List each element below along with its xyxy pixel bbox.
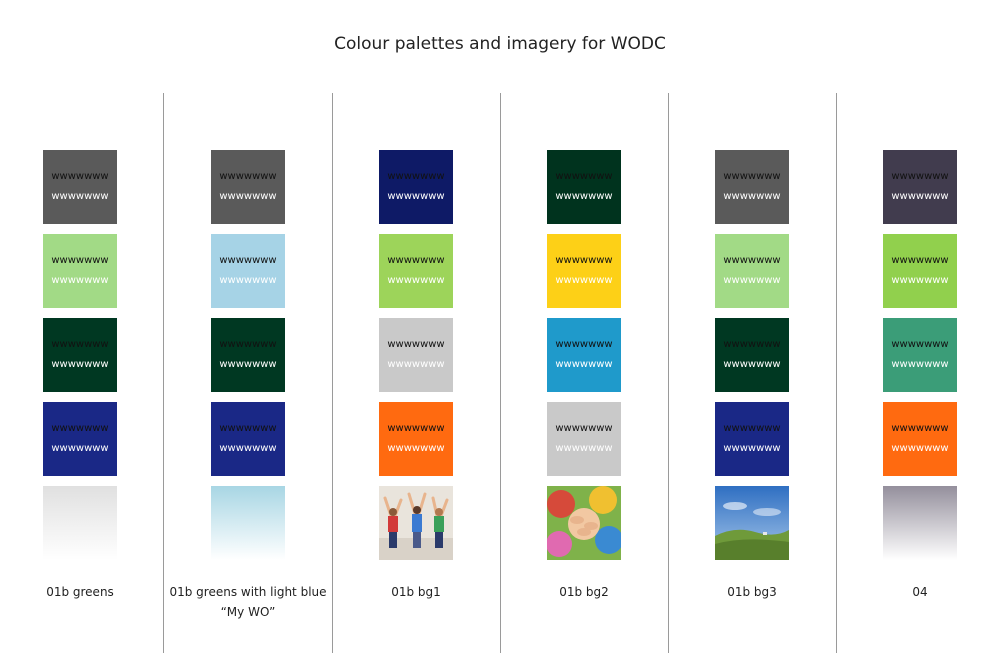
palette-label: 01b bg1	[391, 585, 441, 599]
colour-swatch: wwwwwww wwwwwww	[715, 150, 789, 224]
sample-text: wwwwwww	[891, 339, 949, 350]
colour-swatch: wwwwwww wwwwwww	[883, 150, 957, 224]
group-hands-photo	[547, 486, 621, 560]
palette-column: wwwwwww wwwwwww wwwwwww wwwwwww wwwwwww wwwww…	[164, 150, 332, 622]
sample-text: wwwwwww	[51, 275, 109, 286]
sample-text: wwwwwww	[387, 339, 445, 350]
colour-swatch: wwwwwww wwwwwww	[547, 318, 621, 392]
sample-text: wwwwwww	[51, 423, 109, 434]
sample-text: wwwwwww	[219, 359, 277, 370]
sample-text: wwwwwww	[723, 171, 781, 182]
palette-label: 01b bg3	[727, 585, 777, 599]
colour-swatch: wwwwwww wwwwwww	[883, 402, 957, 476]
gradient-swatch	[883, 486, 957, 560]
sample-text: wwwwwww	[723, 255, 781, 266]
sample-text: wwwwwww	[219, 443, 277, 454]
sample-text: wwwwwww	[555, 171, 613, 182]
sample-text: wwwwwww	[555, 423, 613, 434]
colour-swatch: wwwwwww wwwwwww	[43, 234, 117, 308]
sample-text: wwwwwww	[891, 275, 949, 286]
palette-column: wwwwwww wwwwwww wwwwwww wwwwwww wwwwwww wwwww…	[836, 150, 1000, 602]
countryside-landscape-photo	[715, 486, 789, 560]
sample-text: wwwwwww	[387, 191, 445, 202]
colour-swatch: wwwwwww wwwwwww	[547, 150, 621, 224]
colour-swatch: wwwwwww wwwwwww	[547, 402, 621, 476]
colour-swatch: wwwwwww wwwwwww	[43, 402, 117, 476]
sample-text: wwwwwww	[51, 191, 109, 202]
palette-column: wwwwwww wwwwwww wwwwwww wwwwwww wwwwwww wwwww…	[0, 150, 164, 602]
gradient-swatch	[43, 486, 117, 560]
colour-swatch: wwwwwww wwwwwww	[883, 318, 957, 392]
sample-text: wwwwwww	[387, 443, 445, 454]
colour-swatch: wwwwwww wwwwwww	[547, 234, 621, 308]
colour-swatch: wwwwwww wwwwwww	[43, 150, 117, 224]
colour-swatch: wwwwwww wwwwwww	[211, 402, 285, 476]
palette-label: 01b greens with light blue “My WO”	[169, 585, 327, 619]
gradient-swatch	[211, 486, 285, 560]
sample-text: wwwwwww	[891, 255, 949, 266]
sample-text: wwwwwww	[891, 443, 949, 454]
sample-text: wwwwwww	[723, 339, 781, 350]
sample-text: wwwwwww	[51, 443, 109, 454]
sample-text: wwwwwww	[387, 171, 445, 182]
colour-swatch: wwwwwww wwwwwww	[715, 402, 789, 476]
sample-text: wwwwwww	[555, 255, 613, 266]
palette-label: 01b bg2	[559, 585, 609, 599]
colour-swatch: wwwwwww wwwwwww	[211, 150, 285, 224]
sample-text: wwwwwww	[219, 423, 277, 434]
sample-text: wwwwwww	[891, 171, 949, 182]
sample-text: wwwwwww	[219, 339, 277, 350]
sample-text: wwwwwww	[219, 275, 277, 286]
palette-column: wwwwwww wwwwwww wwwwwww wwwwwww wwwwwww wwwww…	[500, 150, 668, 602]
sample-text: wwwwwww	[555, 339, 613, 350]
colour-swatch: wwwwwww wwwwwww	[715, 318, 789, 392]
palette-column: wwwwwww wwwwwww wwwwwww wwwwwww wwwwwww wwwww…	[332, 150, 500, 602]
sample-text: wwwwwww	[219, 255, 277, 266]
sample-text: wwwwwww	[51, 171, 109, 182]
colour-swatch: wwwwwww wwwwwww	[211, 318, 285, 392]
sample-text: wwwwwww	[555, 275, 613, 286]
palette-label: 04	[912, 585, 928, 599]
sample-text: wwwwwww	[555, 359, 613, 370]
page-title: Colour palettes and imagery for WODC	[334, 34, 666, 54]
sample-text: wwwwwww	[387, 423, 445, 434]
colour-swatch: wwwwwww wwwwwww	[379, 234, 453, 308]
sample-text: wwwwwww	[891, 359, 949, 370]
sample-text: wwwwwww	[723, 443, 781, 454]
sample-text: wwwwwww	[891, 423, 949, 434]
colour-swatch: wwwwwww wwwwwww	[379, 150, 453, 224]
sample-text: wwwwwww	[723, 423, 781, 434]
sample-text: wwwwwww	[891, 191, 949, 202]
sample-text: wwwwwww	[51, 255, 109, 266]
sample-text: wwwwwww	[387, 275, 445, 286]
sample-text: wwwwwww	[219, 171, 277, 182]
sample-text: wwwwwww	[723, 275, 781, 286]
sample-text: wwwwwww	[387, 255, 445, 266]
colour-swatch: wwwwwww wwwwwww	[43, 318, 117, 392]
jumping-people-photo	[379, 486, 453, 560]
colour-swatch: wwwwwww wwwwwww	[211, 234, 285, 308]
colour-swatch: wwwwwww wwwwwww	[379, 402, 453, 476]
palette-column: wwwwwww wwwwwww wwwwwww wwwwwww wwwwwww wwwww…	[668, 150, 836, 602]
sample-text: wwwwwww	[723, 359, 781, 370]
colour-swatch: wwwwwww wwwwwww	[379, 318, 453, 392]
sample-text: wwwwwww	[723, 191, 781, 202]
palette-label: 01b greens	[46, 585, 114, 599]
sample-text: wwwwwww	[219, 191, 277, 202]
sample-text: wwwwwww	[51, 339, 109, 350]
sample-text: wwwwwww	[51, 359, 109, 370]
sample-text: wwwwwww	[555, 443, 613, 454]
colour-swatch: wwwwwww wwwwwww	[883, 234, 957, 308]
sample-text: wwwwwww	[387, 359, 445, 370]
colour-swatch: wwwwwww wwwwwww	[715, 234, 789, 308]
sample-text: wwwwwww	[555, 191, 613, 202]
